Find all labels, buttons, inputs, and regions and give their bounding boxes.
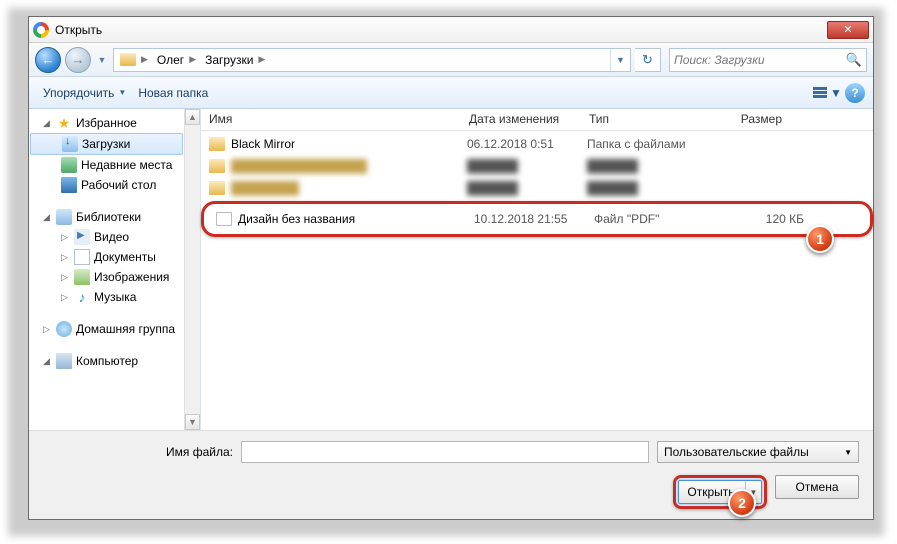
- file-type-filter[interactable]: Пользовательские файлы ▼: [657, 441, 859, 463]
- filename-input[interactable]: [241, 441, 649, 463]
- crumb-user[interactable]: Олег: [151, 53, 186, 67]
- view-mode-button[interactable]: ▼: [809, 82, 845, 104]
- sidebar-music[interactable]: ▷♪Музыка: [29, 287, 200, 307]
- sidebar-documents[interactable]: ▷Документы: [29, 247, 200, 267]
- new-folder-label: Новая папка: [138, 86, 208, 100]
- computer-icon: [56, 353, 72, 369]
- annotation-callout-1: 1: [806, 225, 834, 253]
- sidebar-computer[interactable]: ◢Компьютер: [29, 351, 200, 371]
- chrome-icon: [33, 22, 49, 38]
- address-bar[interactable]: ▶ Олег ▶ Загрузки ▶ ▼: [113, 48, 631, 72]
- filename-label: Имя файла:: [43, 445, 233, 459]
- libraries-icon: [56, 209, 72, 225]
- close-button[interactable]: ✕: [827, 21, 869, 39]
- sidebar-libraries[interactable]: ◢Библиотеки: [29, 207, 200, 227]
- new-folder-button[interactable]: Новая папка: [132, 83, 214, 103]
- column-header[interactable]: Имя Дата изменения Тип Размер: [201, 109, 873, 131]
- crumb-folder[interactable]: Загрузки: [199, 53, 255, 67]
- sidebar-favorites[interactable]: ◢★Избранное: [29, 113, 200, 133]
- chevron-down-icon: ▼: [118, 88, 126, 97]
- file-row[interactable]: ████████████████ ██████ ██████: [201, 155, 873, 177]
- cancel-button[interactable]: Отмена: [775, 475, 859, 499]
- sidebar-recent[interactable]: Недавние места: [29, 155, 200, 175]
- scroll-up-icon[interactable]: ▲: [185, 109, 200, 125]
- file-list: Black Mirror 06.12.2018 0:51 Папка с фай…: [201, 131, 873, 430]
- file-icon: [216, 212, 232, 226]
- chevron-down-icon: ▼: [830, 86, 842, 100]
- sidebar-desktop[interactable]: Рабочий стол: [29, 175, 200, 195]
- desktop-icon: [61, 177, 77, 193]
- scroll-down-icon[interactable]: ▼: [185, 414, 200, 430]
- navigation-bar: ← → ▼ ▶ Олег ▶ Загрузки ▶ ▼ ↻ 🔍: [29, 43, 873, 77]
- history-dropdown[interactable]: ▼: [95, 49, 109, 71]
- organize-button[interactable]: Упорядочить ▼: [37, 83, 132, 103]
- main-area: ◢★Избранное Загрузки Недавние места Рабо…: [29, 109, 873, 430]
- window-title: Открыть: [55, 23, 102, 37]
- downloads-icon: [62, 136, 78, 152]
- folder-icon: [209, 137, 225, 151]
- folder-icon: [209, 181, 225, 195]
- star-icon: ★: [56, 115, 72, 131]
- organize-label: Упорядочить: [43, 86, 114, 100]
- file-row-selected[interactable]: Дизайн без названия 10.12.2018 21:55 Фай…: [208, 208, 824, 230]
- homegroup-icon: [56, 321, 72, 337]
- images-icon: [74, 269, 90, 285]
- sidebar-images[interactable]: ▷Изображения: [29, 267, 200, 287]
- search-input[interactable]: [674, 53, 846, 67]
- col-name[interactable]: Имя: [201, 109, 461, 130]
- refresh-button[interactable]: ↻: [635, 48, 661, 72]
- video-icon: [74, 229, 90, 245]
- back-button[interactable]: ←: [35, 47, 61, 73]
- col-type[interactable]: Тип: [581, 109, 711, 130]
- open-file-dialog: Открыть ✕ ← → ▼ ▶ Олег ▶ Загрузки ▶ ▼ ↻ …: [28, 16, 874, 520]
- file-row[interactable]: Black Mirror 06.12.2018 0:51 Папка с фай…: [201, 133, 873, 155]
- documents-icon: [74, 249, 90, 265]
- search-icon[interactable]: 🔍: [846, 52, 862, 68]
- sidebar: ◢★Избранное Загрузки Недавние места Рабо…: [29, 109, 201, 430]
- sidebar-homegroup[interactable]: ▷Домашняя группа: [29, 319, 200, 339]
- col-size[interactable]: Размер: [711, 109, 791, 130]
- sidebar-scrollbar[interactable]: ▲ ▼: [184, 109, 200, 430]
- view-list-icon: [812, 86, 828, 100]
- folder-icon: [209, 159, 225, 173]
- sidebar-downloads[interactable]: Загрузки: [30, 133, 183, 155]
- sidebar-video[interactable]: ▷Видео: [29, 227, 200, 247]
- titlebar: Открыть ✕: [29, 17, 873, 43]
- file-pane: Имя Дата изменения Тип Размер Black Mirr…: [201, 109, 873, 430]
- search-box[interactable]: 🔍: [669, 48, 867, 72]
- folder-icon: [120, 53, 136, 66]
- recent-icon: [61, 157, 77, 173]
- crumb-separator[interactable]: ▶: [138, 54, 151, 65]
- file-row[interactable]: ████████ ██████ ██████: [201, 177, 873, 199]
- annotation-callout-2: 2: [728, 489, 756, 517]
- col-date[interactable]: Дата изменения: [461, 109, 581, 130]
- forward-button[interactable]: →: [65, 47, 91, 73]
- music-icon: ♪: [74, 289, 90, 305]
- address-dropdown[interactable]: ▼: [610, 49, 630, 71]
- crumb-separator[interactable]: ▶: [255, 54, 268, 65]
- toolbar: Упорядочить ▼ Новая папка ▼ ?: [29, 77, 873, 109]
- crumb-separator[interactable]: ▶: [186, 54, 199, 65]
- annotation-highlight-1: Дизайн без названия 10.12.2018 21:55 Фай…: [201, 201, 873, 237]
- chevron-down-icon: ▼: [844, 448, 852, 457]
- help-button[interactable]: ?: [845, 83, 865, 103]
